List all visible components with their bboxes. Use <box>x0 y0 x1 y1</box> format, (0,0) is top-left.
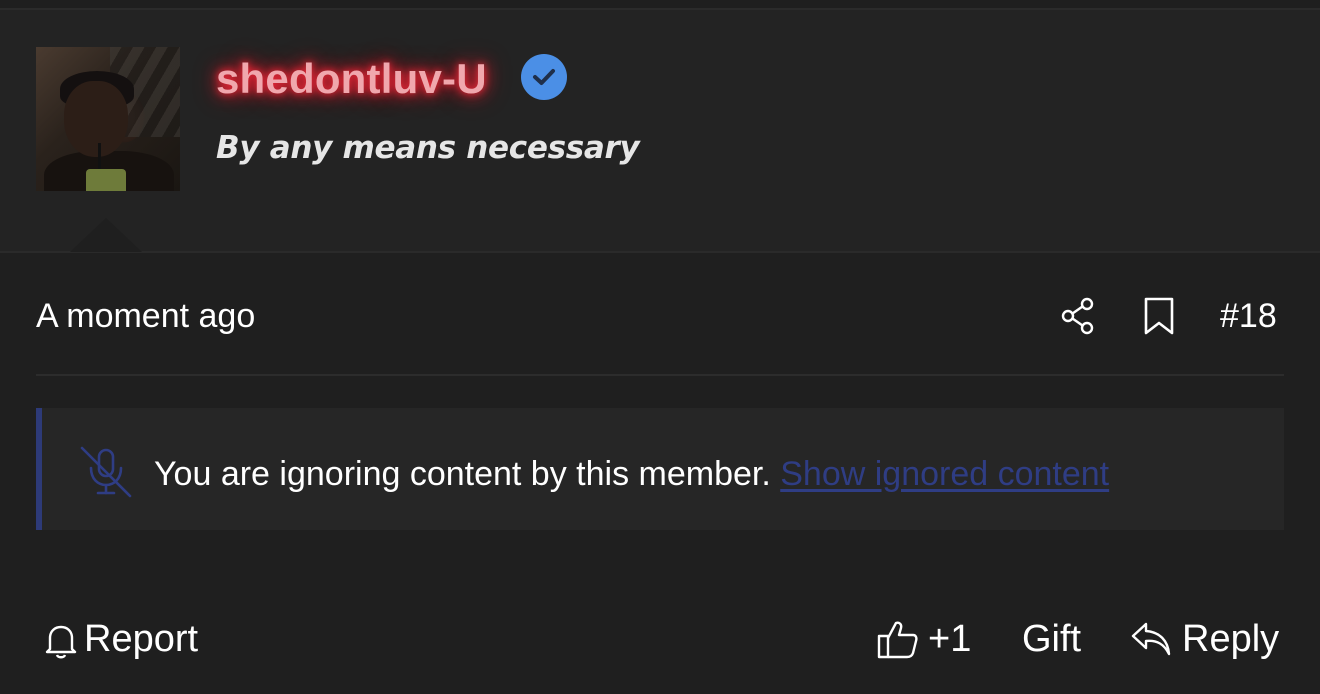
muted-microphone-icon <box>78 446 134 498</box>
reply-button[interactable]: Reply <box>1130 614 1279 664</box>
header-pointer <box>70 218 142 252</box>
thumbs-up-icon <box>877 621 918 659</box>
user-tagline: By any means necessary <box>216 130 640 166</box>
post-number-link[interactable]: #18 <box>1220 294 1277 338</box>
avatar-cup <box>86 169 126 191</box>
like-button[interactable]: +1 <box>876 614 971 664</box>
notice-text: You are ignoring content by this member. <box>154 455 771 493</box>
notice-message: You are ignoring content by this member.… <box>154 452 1109 496</box>
gift-button[interactable]: Gift <box>1022 614 1081 664</box>
avatar[interactable] <box>36 47 180 191</box>
username-link[interactable]: shedontluv-U <box>216 52 487 106</box>
reply-arrow-icon <box>1131 622 1171 656</box>
avatar-face <box>64 81 128 157</box>
ignored-content-notice: You are ignoring content by this member.… <box>36 408 1284 530</box>
bookmark-icon[interactable] <box>1142 296 1176 336</box>
notice-accent-bar <box>36 408 42 530</box>
post-timestamp[interactable]: A moment ago <box>36 294 255 338</box>
bell-icon <box>45 625 77 659</box>
show-ignored-content-link[interactable]: Show ignored content <box>780 455 1109 493</box>
share-icon[interactable] <box>1058 296 1098 336</box>
section-divider <box>36 374 1284 376</box>
verified-check-icon <box>521 54 567 100</box>
report-button[interactable]: Report <box>44 614 198 664</box>
post-author-header <box>0 10 1320 253</box>
